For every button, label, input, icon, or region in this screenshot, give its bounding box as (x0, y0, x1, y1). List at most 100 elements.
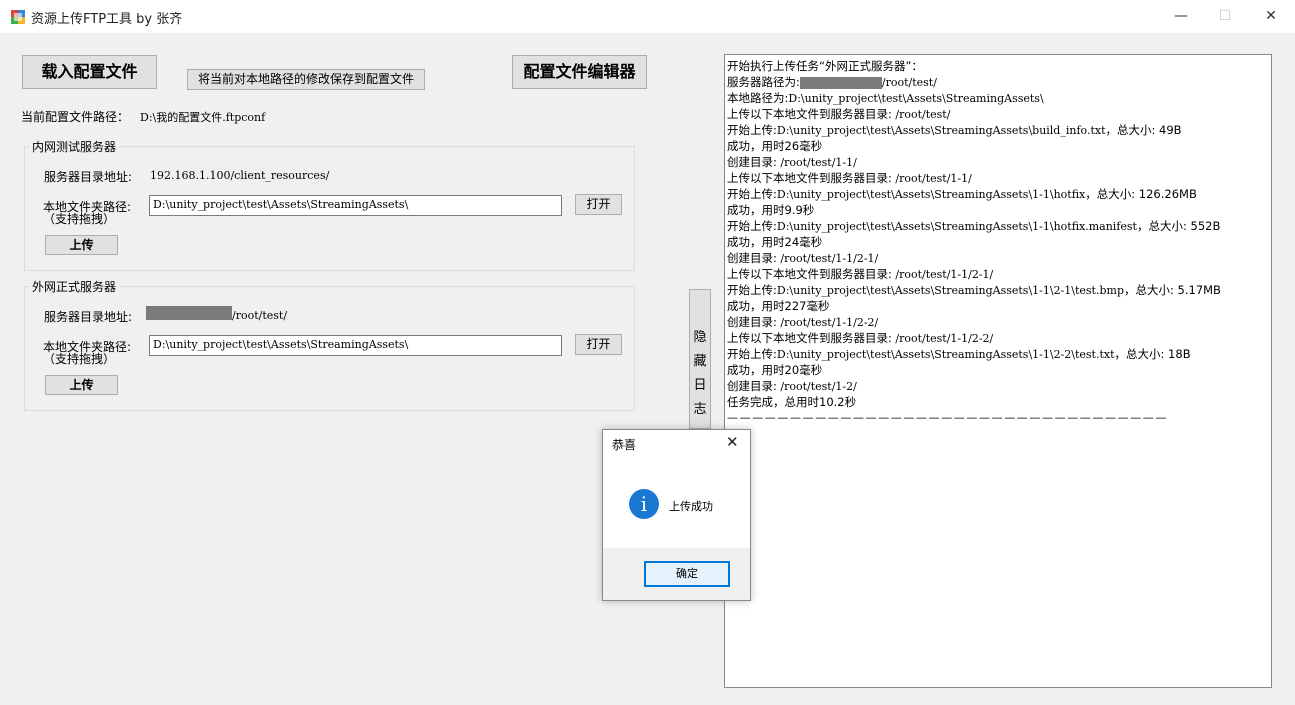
load-config-button[interactable]: 载入配置文件 (22, 55, 157, 89)
log-line: 成功，用时24毫秒 (727, 234, 1271, 250)
log-line-text: 开始上传: (727, 123, 777, 137)
log-line-path: D:\unity_project\test\Assets\StreamingAs… (776, 188, 1086, 201)
intranet-open-button[interactable]: 打开 (575, 194, 622, 215)
hide-log-button[interactable]: 隐 藏 日 志 (689, 289, 711, 429)
log-line: 成功，用时227毫秒 (727, 298, 1271, 314)
dialog-close-button[interactable]: ✕ (726, 433, 739, 451)
maximize-icon: ☐ (1218, 8, 1232, 24)
log-line-path: /root/test/1-1/2-2/ (776, 316, 879, 329)
log-line-path: /root/test/1-1/2-1/ (776, 252, 879, 265)
config-editor-button[interactable]: 配置文件编辑器 (512, 55, 647, 89)
log-textarea[interactable]: 开始执行上传任务“外网正式服务器”： 服务器路径为: /root/test/本地路径… (724, 54, 1272, 688)
intranet-server-dir-value: 192.168.1.100/client_resources/ (150, 169, 330, 182)
log-line: 本地路径为:D:\unity_project\test\Assets\Strea… (727, 90, 1271, 106)
title-bar (0, 0, 1295, 33)
config-path-value: D:\我的配置文件.ftpconf (140, 111, 266, 124)
log-line-path: /root/test/ (891, 108, 951, 121)
intranet-group-title: 内网测试服务器 (29, 138, 120, 155)
log-line-path: D:\unity_project\test\Assets\StreamingAs… (788, 92, 1044, 105)
maximize-button[interactable]: ☐ (1202, 0, 1248, 33)
hide-log-char: 藏 (693, 354, 707, 369)
log-line-text: 创建目录: (727, 251, 777, 265)
hide-log-char: 隐 (693, 330, 707, 345)
external-local-path-input[interactable]: D:\unity_project\test\Assets\StreamingAs… (149, 335, 562, 356)
intranet-upload-button[interactable]: 上传 (45, 235, 118, 255)
log-line-size: ，总大小: 5.17MB (1124, 283, 1221, 297)
external-upload-button[interactable]: 上传 (45, 375, 118, 395)
external-group-title: 外网正式服务器 (29, 278, 120, 295)
intranet-local-path-input[interactable]: D:\unity_project\test\Assets\StreamingAs… (149, 195, 562, 216)
hide-log-char: 日 (693, 378, 707, 393)
log-line-size: ，总大小: 126.26MB (1085, 187, 1197, 201)
log-line: 上传以下本地文件到服务器目录: /root/test/1-1/ (727, 170, 1271, 186)
minimize-button[interactable]: — (1158, 0, 1204, 33)
log-line-size: ，总大小: 18B (1114, 347, 1191, 361)
log-line: 开始上传:D:\unity_project\test\Assets\Stream… (727, 346, 1271, 362)
redacted-host (146, 306, 232, 320)
log-line-text: 开始上传: (727, 347, 777, 361)
ok-button[interactable]: 确定 (644, 561, 730, 587)
log-line-text: 上传以下本地文件到服务器目录: (727, 267, 892, 281)
log-line-path: D:\unity_project\test\Assets\StreamingAs… (776, 124, 1106, 137)
log-line-path: /root/test/1-1/ (891, 172, 972, 185)
log-line-path: D:\unity_project\test\Assets\StreamingAs… (776, 284, 1124, 297)
close-icon: ✕ (1265, 8, 1277, 24)
log-line-text: 创建目录: (727, 315, 777, 329)
info-icon: i (629, 489, 659, 519)
app-icon (11, 10, 25, 24)
log-line-text: 开始上传: (727, 219, 777, 233)
log-line-text: 服务器路径为: (727, 75, 800, 89)
log-line-size: ，总大小: 552B (1136, 219, 1221, 233)
log-line: 创建目录: /root/test/1-1/2-2/ (727, 314, 1271, 330)
log-line-size: ，总大小: 49B (1105, 123, 1182, 137)
log-line-path: D:\unity_project\test\Assets\StreamingAs… (776, 220, 1137, 233)
dialog-message: 上传成功 (669, 500, 713, 513)
message-dialog: 恭喜 ✕ i 上传成功 确定 (602, 429, 751, 601)
log-line-path: /root/test/1-1/ (776, 156, 857, 169)
log-line-text: 成功，用时9.9秒 (727, 203, 815, 217)
log-line: 开始上传:D:\unity_project\test\Assets\Stream… (727, 186, 1271, 202)
log-line: 创建目录: /root/test/1-1/2-1/ (727, 250, 1271, 266)
log-line-path: /root/test/1-1/2-2/ (891, 332, 994, 345)
redacted-host (799, 76, 882, 89)
minimize-icon: — (1174, 8, 1188, 24)
log-line-text: 创建目录: (727, 155, 777, 169)
external-server-dir-label: 服务器目录地址: (44, 310, 133, 324)
log-line-text: 开始执行上传任务“外网正式服务器”： (727, 59, 923, 73)
log-line: 成功，用时26毫秒 (727, 138, 1271, 154)
log-line-text: 成功，用时20毫秒 (727, 363, 823, 377)
log-line: 上传以下本地文件到服务器目录: /root/test/1-1/2-1/ (727, 266, 1271, 282)
log-line: 成功，用时20毫秒 (727, 362, 1271, 378)
close-icon: ✕ (726, 433, 739, 451)
external-local-path-hint: （支持拖拽） (43, 352, 116, 366)
log-line-path: /root/test/ (881, 76, 937, 89)
log-line: 任务完成，总用时10.2秒 (727, 394, 1271, 410)
external-server-dir-value: /root/test/ (232, 309, 288, 322)
close-button[interactable]: ✕ (1248, 0, 1294, 33)
log-line-text: 上传以下本地文件到服务器目录: (727, 331, 892, 345)
log-line-text: 任务完成，总用时10.2秒 (727, 395, 857, 409)
window-title: 资源上传FTP工具 by 张齐 (31, 12, 183, 27)
log-line-text: 上传以下本地文件到服务器目录: (727, 171, 892, 185)
log-line-path: /root/test/1-2/ (776, 380, 857, 393)
log-line: 成功，用时9.9秒 (727, 202, 1271, 218)
log-line-path: /root/test/1-1/2-1/ (891, 268, 994, 281)
log-line-text: 成功，用时227毫秒 (727, 299, 830, 313)
log-separator: ——————————————————————————————————— (727, 411, 1168, 424)
intranet-local-path-hint: （支持拖拽） (43, 212, 116, 226)
dialog-title: 恭喜 (612, 438, 637, 452)
log-line-text: 成功，用时24毫秒 (727, 235, 823, 249)
log-line-text: 成功，用时26毫秒 (727, 139, 823, 153)
log-line-text: 本地路径为: (727, 91, 789, 105)
save-path-button[interactable]: 将当前对本地路径的修改保存到配置文件 (187, 69, 425, 90)
log-line: 创建目录: /root/test/1-2/ (727, 378, 1271, 394)
external-open-button[interactable]: 打开 (575, 334, 622, 355)
log-line: 开始上传:D:\unity_project\test\Assets\Stream… (727, 218, 1271, 234)
log-line: 开始执行上传任务“外网正式服务器”： (727, 58, 1271, 74)
log-line: 服务器路径为: /root/test/ (727, 74, 1271, 90)
intranet-server-dir-label: 服务器目录地址: (44, 170, 133, 184)
log-line: 开始上传:D:\unity_project\test\Assets\Stream… (727, 122, 1271, 138)
log-line-text: 上传以下本地文件到服务器目录: (727, 107, 892, 121)
log-line: 创建目录: /root/test/1-1/ (727, 154, 1271, 170)
log-line-path: D:\unity_project\test\Assets\StreamingAs… (776, 348, 1115, 361)
